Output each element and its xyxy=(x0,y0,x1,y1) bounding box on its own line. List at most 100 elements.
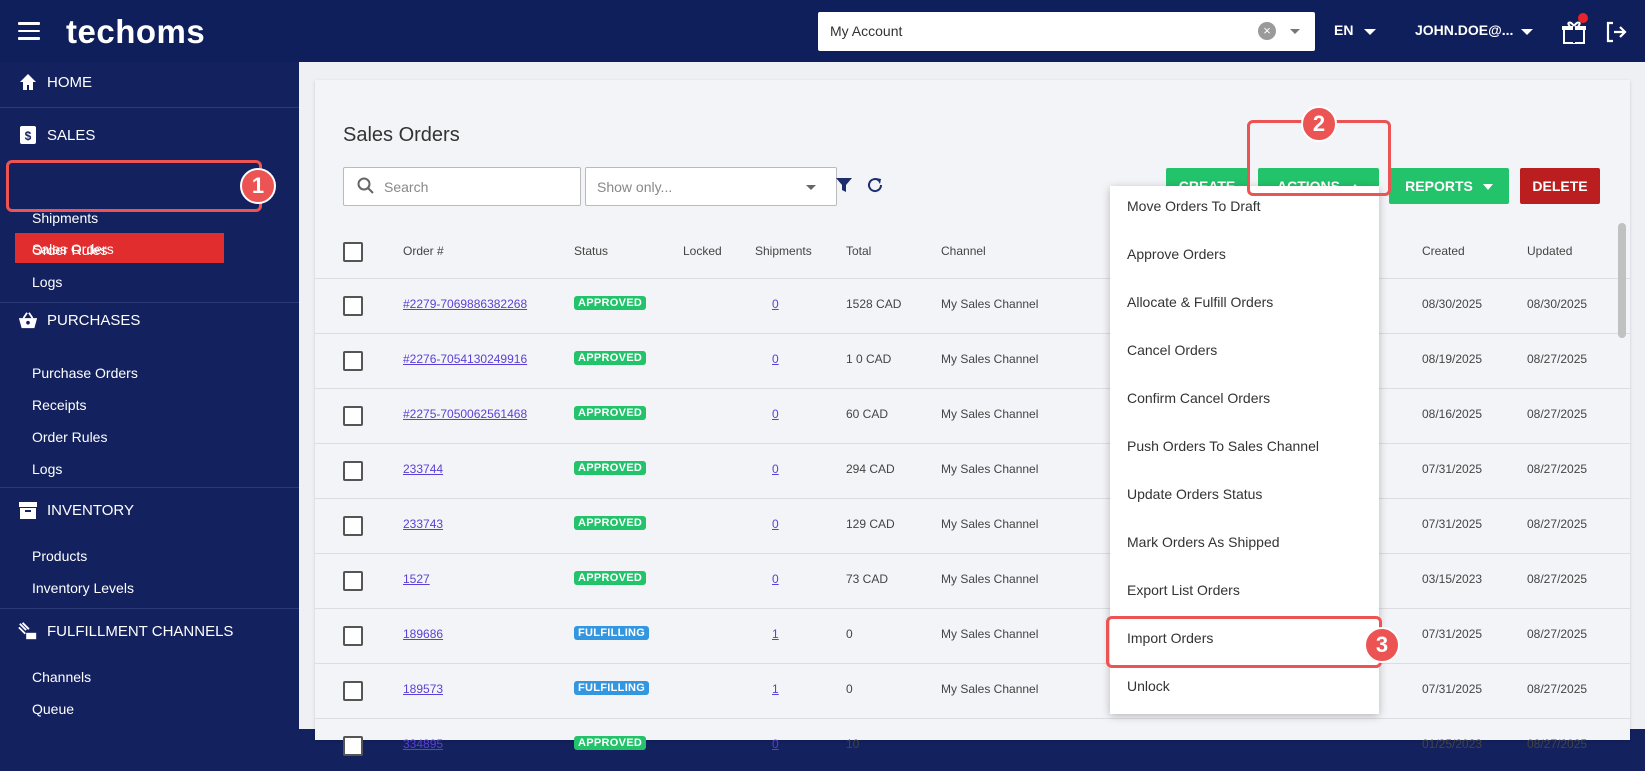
row-checkbox[interactable] xyxy=(343,406,363,426)
chevron-down-icon[interactable] xyxy=(1521,29,1533,35)
sidebar-item-order-rules[interactable]: Order Rules xyxy=(32,429,107,445)
row-checkbox[interactable] xyxy=(343,626,363,646)
sidebar-section-inventory[interactable]: INVENTORY xyxy=(18,500,134,520)
sidebar-section-home[interactable]: HOME xyxy=(18,72,92,92)
table-row[interactable]: 1527 APPROVED 0 73 CAD My Sales Channel 03/15… xyxy=(315,553,1630,606)
scrollbar-thumb[interactable] xyxy=(1618,223,1626,338)
shipments-link[interactable]: 0 xyxy=(772,572,779,586)
column-header[interactable]: Shipments xyxy=(755,244,812,258)
sidebar-item-logs[interactable]: Logs xyxy=(32,274,62,290)
row-checkbox[interactable] xyxy=(343,296,363,316)
menu-item-confirm-cancel-orders[interactable]: Confirm Cancel Orders xyxy=(1127,390,1270,406)
highlight-box-3 xyxy=(1106,616,1382,668)
search-placeholder: Search xyxy=(384,179,429,195)
sidebar-item-channels[interactable]: Channels xyxy=(32,669,91,685)
sidebar-item-receipts[interactable]: Receipts xyxy=(32,397,86,413)
table-row[interactable]: 233744 APPROVED 0 294 CAD My Sales Channel 07… xyxy=(315,443,1630,496)
gift-icon[interactable] xyxy=(1561,13,1588,45)
row-checkbox[interactable] xyxy=(343,516,363,536)
order-updated: 08/27/2025 xyxy=(1527,517,1588,531)
order-number-link[interactable]: 189686 xyxy=(403,627,443,641)
order-number-link[interactable]: 1527 xyxy=(403,572,430,586)
order-number-link[interactable]: 233744 xyxy=(403,462,443,476)
order-updated: 08/30/2025 xyxy=(1527,297,1588,311)
column-header[interactable]: Order # xyxy=(403,244,444,258)
sidebar-item-inventory-levels[interactable]: Inventory Levels xyxy=(32,580,134,596)
row-checkbox[interactable] xyxy=(343,681,363,701)
row-checkbox[interactable] xyxy=(343,351,363,371)
sidebar-item-products[interactable]: Products xyxy=(32,548,87,564)
table-row[interactable]: #2276-7054130249916 APPROVED 0 1 0 CAD My Sa… xyxy=(315,333,1630,386)
column-header[interactable]: Channel xyxy=(941,244,986,258)
refresh-icon[interactable] xyxy=(866,176,884,199)
row-checkbox[interactable] xyxy=(343,461,363,481)
order-created: 08/16/2025 xyxy=(1422,407,1483,421)
column-header[interactable]: Status xyxy=(574,244,608,258)
sidebar-item-shipments[interactable]: Shipments xyxy=(32,210,98,226)
menu-item-allocate-fulfill-orders[interactable]: Allocate & Fulfill Orders xyxy=(1127,294,1273,310)
shipments-link[interactable]: 1 xyxy=(772,627,779,641)
order-number-link[interactable]: #2279-7069886382268 xyxy=(403,297,527,311)
account-select[interactable]: My Account × xyxy=(818,12,1315,51)
shipments-link[interactable]: 0 xyxy=(772,352,779,366)
order-number-link[interactable]: 189573 xyxy=(403,682,443,696)
sales-icon: $ xyxy=(18,125,38,145)
shipments-link[interactable]: 0 xyxy=(772,517,779,531)
sidebar-item-queue[interactable]: Queue xyxy=(32,701,74,717)
shipments-link[interactable]: 1 xyxy=(772,682,779,696)
chevron-down-icon[interactable] xyxy=(1364,29,1376,35)
logout-icon[interactable] xyxy=(1604,20,1628,44)
menu-item-update-orders-status[interactable]: Update Orders Status xyxy=(1127,486,1262,502)
menu-item-export-list-orders[interactable]: Export List Orders xyxy=(1127,582,1240,598)
show-only-select[interactable]: Show only... xyxy=(585,167,837,206)
search-input[interactable]: Search xyxy=(343,167,581,206)
menu-item-approve-orders[interactable]: Approve Orders xyxy=(1127,246,1226,262)
table-row[interactable]: #2275-7050062561468 APPROVED 0 60 CAD My Sal… xyxy=(315,388,1630,441)
menu-item-unlock[interactable]: Unlock xyxy=(1127,678,1170,694)
user-menu[interactable]: JOHN.DOE@... xyxy=(1415,22,1513,38)
column-header[interactable]: Created xyxy=(1422,244,1465,258)
scrollbar[interactable] xyxy=(1617,205,1627,725)
column-header[interactable]: Total xyxy=(846,244,871,258)
order-number-link[interactable]: #2276-7054130249916 xyxy=(403,352,527,366)
sidebar-section-purchases[interactable]: PURCHASES xyxy=(18,310,140,330)
sidebar-item-logs[interactable]: Logs xyxy=(32,461,62,477)
sidebar-item-order-rules[interactable]: Order Rules xyxy=(32,242,107,258)
menu-icon[interactable] xyxy=(18,22,40,40)
row-checkbox[interactable] xyxy=(343,736,363,756)
sidebar-section-fulfillment-channels[interactable]: FULFILLMENT CHANNELS xyxy=(18,621,233,641)
shipments-link[interactable]: 0 xyxy=(772,407,779,421)
status-badge: APPROVED xyxy=(574,571,647,585)
table-row[interactable]: 189686 FULFILLING 1 0 My Sales Channel 07/31/… xyxy=(315,608,1630,661)
select-all-checkbox[interactable] xyxy=(343,242,363,262)
menu-item-push-orders-to-sales-channel[interactable]: Push Orders To Sales Channel xyxy=(1127,438,1319,454)
show-only-placeholder: Show only... xyxy=(597,179,673,195)
reports-button[interactable]: REPORTS xyxy=(1389,168,1509,204)
shipments-link[interactable]: 0 xyxy=(772,462,779,476)
row-checkbox[interactable] xyxy=(343,571,363,591)
shipments-link[interactable]: 0 xyxy=(772,737,779,751)
order-number-link[interactable]: #2275-7050062561468 xyxy=(403,407,527,421)
divider xyxy=(0,107,299,108)
menu-item-cancel-orders[interactable]: Cancel Orders xyxy=(1127,342,1217,358)
step-badge-3: 3 xyxy=(1364,627,1400,663)
chevron-down-icon[interactable] xyxy=(1290,29,1300,34)
table-row[interactable]: #2279-7069886382268 APPROVED 0 1528 CAD My S… xyxy=(315,278,1630,331)
filter-icon[interactable] xyxy=(835,176,853,199)
sidebar-item-purchase-orders[interactable]: Purchase Orders xyxy=(32,365,138,381)
column-header[interactable]: Locked xyxy=(683,244,722,258)
table-row[interactable]: 189573 FULFILLING 1 0 My Sales Channel 07/31/… xyxy=(315,663,1630,716)
shipments-link[interactable]: 0 xyxy=(772,297,779,311)
order-number-link[interactable]: 233743 xyxy=(403,517,443,531)
menu-item-move-orders-to-draft[interactable]: Move Orders To Draft xyxy=(1127,198,1261,214)
menu-item-mark-orders-as-shipped[interactable]: Mark Orders As Shipped xyxy=(1127,534,1280,550)
order-number-link[interactable]: 334895 xyxy=(403,737,443,751)
clear-icon[interactable]: × xyxy=(1258,22,1276,40)
sidebar-section-sales[interactable]: $ SALES xyxy=(18,125,95,145)
table-row[interactable]: 233743 APPROVED 0 129 CAD My Sales Channel 07… xyxy=(315,498,1630,551)
column-header[interactable]: Updated xyxy=(1527,244,1572,258)
delete-button[interactable]: DELETE xyxy=(1520,168,1600,204)
order-updated: 08/27/2025 xyxy=(1527,682,1588,696)
table-row[interactable]: 334895 APPROVED 0 10 01/25/2023 08/27/2025 xyxy=(315,718,1630,771)
language-select[interactable]: EN xyxy=(1334,22,1353,38)
